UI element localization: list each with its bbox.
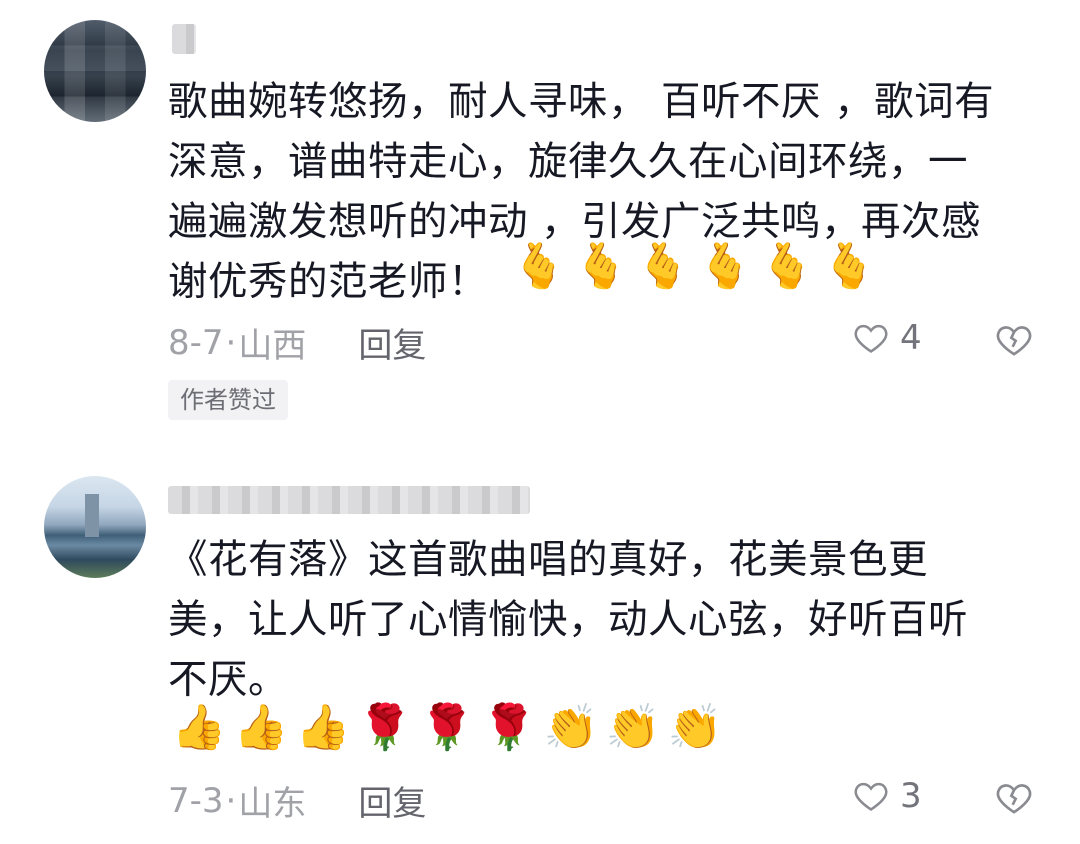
rose-icon: 🌹 [481, 702, 537, 753]
finger-heart-icon: 🫰 [759, 241, 815, 292]
comment-text: 《花有落》这首歌曲唱的真好，花美景色更 美，让人听了心情愉快，动人心弦，好听百听… [168, 530, 968, 710]
clapping-hands-icon: 👏 [605, 702, 661, 753]
clapping-hands-icon: 👏 [543, 702, 599, 753]
broken-heart-icon[interactable] [994, 778, 1034, 818]
comment-text-line: 美，让人听了心情愉快，动人心弦，好听百听 [168, 597, 968, 643]
separator-dot: · [225, 780, 237, 821]
username-blurred[interactable] [168, 486, 530, 514]
emoji-row: 👍 👍 👍 🌹 🌹 🌹 👏 👏 👏 [168, 698, 726, 758]
author-liked-badge: 作者赞过 [168, 380, 288, 420]
comment-text-line: 《花有落》这首歌曲唱的真好，花美景色更 [168, 537, 928, 583]
avatar[interactable] [44, 20, 146, 122]
finger-heart-icon: 🫰 [573, 241, 629, 292]
finger-heart-icon: 🫰 [697, 241, 753, 292]
heart-outline-icon [854, 324, 888, 353]
rose-icon: 🌹 [419, 702, 475, 753]
comment-date: 8-7 [168, 322, 224, 363]
username-blurred[interactable] [172, 24, 196, 54]
finger-heart-icon: 🫰 [821, 241, 877, 292]
thumbs-up-icon: 👍 [295, 702, 351, 753]
finger-heart-icon: 🫰 [511, 241, 567, 292]
comment-location: 山西 [238, 326, 307, 366]
comment-location: 山东 [238, 784, 307, 824]
comment-text-line: 深意，谱曲特走心，旋律久久在心间环绕，一 [168, 139, 968, 185]
rose-icon: 🌹 [357, 702, 413, 753]
separator-dot: · [225, 322, 237, 363]
clapping-hands-icon: 👏 [667, 702, 723, 753]
reply-button[interactable]: 回复 [358, 318, 426, 367]
comment-text-line: 歌曲婉转悠扬，耐人寻味， 百听不厌 ，歌词有 [168, 79, 995, 125]
like-button[interactable]: 3 [852, 776, 922, 816]
thumbs-up-icon: 👍 [171, 702, 227, 753]
comment-date: 7-3 [168, 780, 224, 821]
reply-button[interactable]: 回复 [358, 776, 426, 825]
broken-heart-icon[interactable] [994, 320, 1034, 360]
finger-heart-icon: 🫰 [635, 241, 691, 292]
avatar[interactable] [44, 476, 146, 578]
like-button[interactable]: 4 [852, 318, 922, 358]
emoji-row: 🫰 🫰 🫰 🫰 🫰 🫰 [508, 237, 880, 297]
like-count: 4 [900, 318, 922, 358]
thumbs-up-icon: 👍 [233, 702, 289, 753]
comment-meta: 7-3 · 山东 回复 [168, 776, 426, 825]
comment-meta: 8-7 · 山西 回复 [168, 318, 426, 367]
like-count: 3 [900, 776, 922, 816]
heart-outline-icon [854, 782, 888, 811]
